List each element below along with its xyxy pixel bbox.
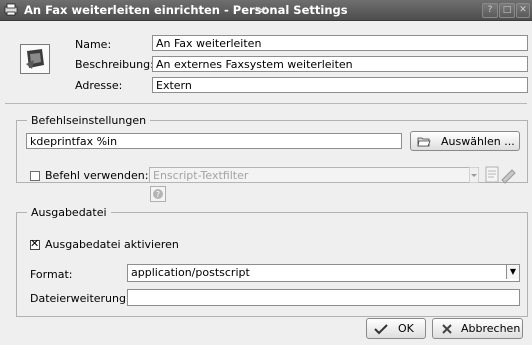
format-label: Format: (30, 268, 73, 281)
cancel-label: Abbrechen (461, 322, 521, 335)
address-label: Adresse: (75, 79, 123, 92)
restore-button[interactable]: □ (499, 3, 515, 18)
filter-combobox: Enscript-Textfilter (149, 167, 477, 183)
use-filter-checkbox[interactable] (30, 171, 40, 181)
command-settings-title: Befehlseinstellungen (27, 114, 151, 127)
output-enable-label: Ausgabedatei aktivieren (45, 238, 179, 251)
name-label: Name: (75, 38, 112, 51)
ok-label: OK (398, 322, 414, 335)
description-label: Beschreibung: (75, 58, 154, 71)
extension-label: Dateierweiterung: (30, 292, 130, 305)
separator (5, 103, 527, 104)
filter-icon (20, 44, 50, 74)
address-field[interactable]: Extern (152, 77, 528, 93)
check-icon (374, 324, 388, 335)
window-title: An Fax weiterleiten einrichten - Persona… (24, 3, 348, 17)
use-filter-label: Befehl verwenden: (45, 169, 149, 182)
output-file-title: Ausgabedatei (27, 206, 111, 219)
edit-filter-icon (485, 166, 516, 184)
folder-open-icon (417, 137, 431, 147)
extension-field[interactable] (127, 289, 520, 306)
select-command-button[interactable]: Auswählen ... (410, 131, 520, 151)
command-field[interactable]: kdeprintfax %in (26, 133, 402, 149)
format-dropdown-icon[interactable]: ▼ (506, 265, 519, 279)
ok-button[interactable]: OK (366, 318, 426, 339)
window-titlebar[interactable]: An Fax weiterleiten einrichten - Persona… (0, 0, 532, 21)
cancel-icon (442, 324, 452, 334)
format-combobox[interactable]: application/postscript ▼ (127, 264, 520, 282)
svg-text:?: ? (156, 190, 160, 199)
name-field[interactable]: An Fax weiterleiten (152, 35, 528, 51)
printer-app-icon[interactable] (4, 3, 18, 16)
cancel-button[interactable]: Abbrechen (432, 318, 523, 339)
filter-dropdown-icon (469, 167, 479, 183)
format-value: application/postscript (131, 266, 250, 279)
output-enable-checkbox[interactable]: ✕ (30, 237, 40, 250)
shade-icon[interactable] (254, 4, 268, 16)
filter-value: Enscript-Textfilter (153, 169, 249, 182)
close-button[interactable]: ✕ (516, 3, 530, 18)
filter-help-icon: ? (150, 186, 166, 202)
help-button[interactable]: ? (482, 3, 498, 18)
description-field[interactable]: An externes Faxsystem weiterleiten (152, 56, 528, 72)
checkmark-icon: ✕ (30, 237, 40, 250)
select-command-label: Auswählen ... (441, 135, 515, 148)
